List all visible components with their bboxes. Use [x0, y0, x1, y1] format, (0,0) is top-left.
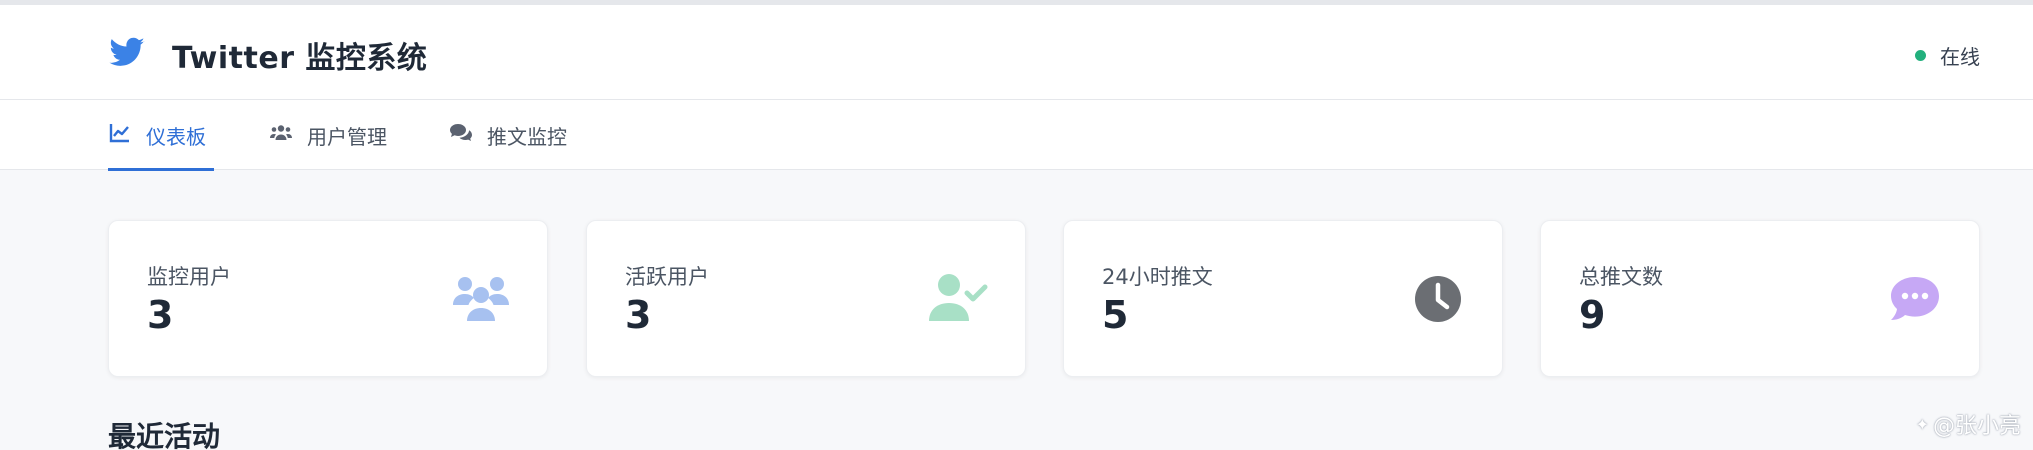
comments-icon: [449, 121, 487, 150]
clock-icon: [1406, 271, 1466, 327]
tab-dashboard-label: 仪表板: [146, 124, 206, 149]
stat-label: 24小时推文: [1102, 265, 1213, 289]
tab-user-management[interactable]: 用户管理: [269, 100, 387, 170]
stat-card-monitored-users: 监控用户 3: [108, 220, 548, 377]
user-check-icon: [929, 271, 989, 327]
stat-value: 5: [1102, 293, 1129, 337]
stat-label: 活跃用户: [625, 265, 709, 289]
brand[interactable]: Twitter 监控系统: [108, 33, 427, 77]
stat-card-active-users: 活跃用户 3: [586, 220, 1026, 377]
tab-tweet-monitor-label: 推文监控: [487, 124, 567, 149]
chart-line-icon: [108, 121, 146, 150]
users-icon: [269, 121, 307, 150]
stat-value: 3: [625, 293, 652, 337]
connection-status: 在线: [1915, 41, 1980, 70]
watermark: ✦ @张小亮: [1916, 408, 2021, 440]
stat-card-24h-tweets: 24小时推文 5: [1063, 220, 1503, 377]
stat-label: 监控用户: [147, 265, 231, 289]
status-label: 在线: [1940, 45, 1980, 69]
status-dot-icon: [1915, 50, 1926, 61]
watermark-logo-icon: ✦: [1915, 414, 1929, 434]
users-icon: [451, 271, 511, 327]
tab-tweet-monitor[interactable]: 推文监控: [449, 100, 567, 170]
stat-value: 3: [147, 293, 174, 337]
stat-value: 9: [1579, 293, 1606, 337]
tab-dashboard[interactable]: 仪表板: [108, 100, 214, 171]
watermark-text: @张小亮: [1932, 414, 2021, 439]
twitter-bird-icon: [108, 34, 146, 76]
stat-label: 总推文数: [1579, 265, 1663, 289]
main-nav: 仪表板 用户管理 推文监控: [0, 100, 2033, 171]
stat-card-total-tweets: 总推文数 9: [1540, 220, 1980, 377]
tab-user-management-label: 用户管理: [307, 124, 387, 149]
app-header: Twitter 监控系统 在线: [0, 5, 2033, 100]
recent-activity-heading: 最近活动: [108, 420, 221, 450]
comment-dots-icon: [1883, 271, 1943, 327]
app-title: Twitter 监控系统: [172, 41, 428, 76]
